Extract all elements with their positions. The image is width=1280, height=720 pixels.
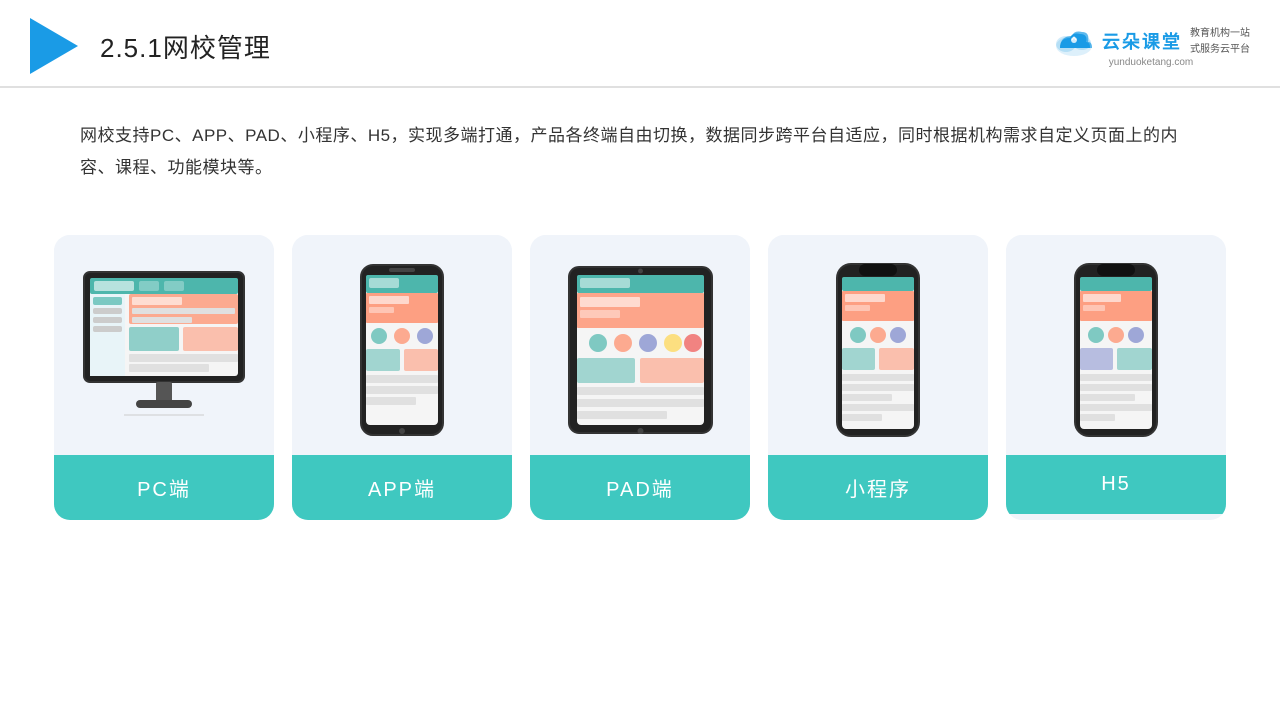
card-app: APP端	[292, 235, 512, 520]
miniprogram-phone-icon	[834, 261, 922, 439]
page-header: 2.5.1网校管理 云朵课堂 教育机构一站 式服务云平台 yunduoketan…	[0, 0, 1280, 88]
pc-monitor-icon	[74, 267, 254, 432]
card-miniprogram-image	[768, 235, 988, 455]
brand-name: 云朵课堂	[1102, 28, 1182, 54]
brand-tagline-2: 式服务云平台	[1190, 43, 1250, 57]
card-h5-image	[1006, 235, 1226, 455]
title-main: 网校管理	[163, 33, 271, 63]
card-pad-image	[530, 235, 750, 455]
brand-tagline-1: 教育机构一站	[1190, 27, 1250, 41]
device-cards-section: PC端	[0, 205, 1280, 540]
brand-logo: 云朵课堂 教育机构一站 式服务云平台 yunduoketang.com	[1052, 25, 1250, 68]
h5-phone-icon	[1072, 261, 1160, 439]
card-pc: PC端	[54, 235, 274, 520]
brand-url: yunduoketang.com	[1109, 57, 1194, 68]
card-pc-image	[54, 235, 274, 455]
header-left: 2.5.1网校管理	[30, 18, 271, 74]
description-text: 网校支持PC、APP、PAD、小程序、H5，实现多端打通，产品各终端自由切换，数…	[80, 120, 1200, 185]
logo-triangle-icon	[30, 18, 78, 74]
card-app-image	[292, 235, 512, 455]
card-miniprogram-label: 小程序	[768, 455, 988, 520]
card-pad: PAD端	[530, 235, 750, 520]
card-app-label: APP端	[292, 455, 512, 520]
pad-tablet-icon	[563, 261, 718, 439]
page-title: 2.5.1网校管理	[100, 28, 271, 65]
cloud-logo-container: 云朵课堂 教育机构一站 式服务云平台	[1052, 25, 1250, 57]
card-h5-label: H5	[1006, 455, 1226, 514]
card-h5: H5	[1006, 235, 1226, 520]
cloud-icon	[1052, 26, 1096, 56]
card-pad-label: PAD端	[530, 455, 750, 520]
description-section: 网校支持PC、APP、PAD、小程序、H5，实现多端打通，产品各终端自由切换，数…	[0, 88, 1280, 195]
card-miniprogram: 小程序	[768, 235, 988, 520]
title-prefix: 2.5.1	[100, 33, 163, 63]
card-pc-label: PC端	[54, 455, 274, 520]
app-phone-icon	[357, 261, 447, 439]
